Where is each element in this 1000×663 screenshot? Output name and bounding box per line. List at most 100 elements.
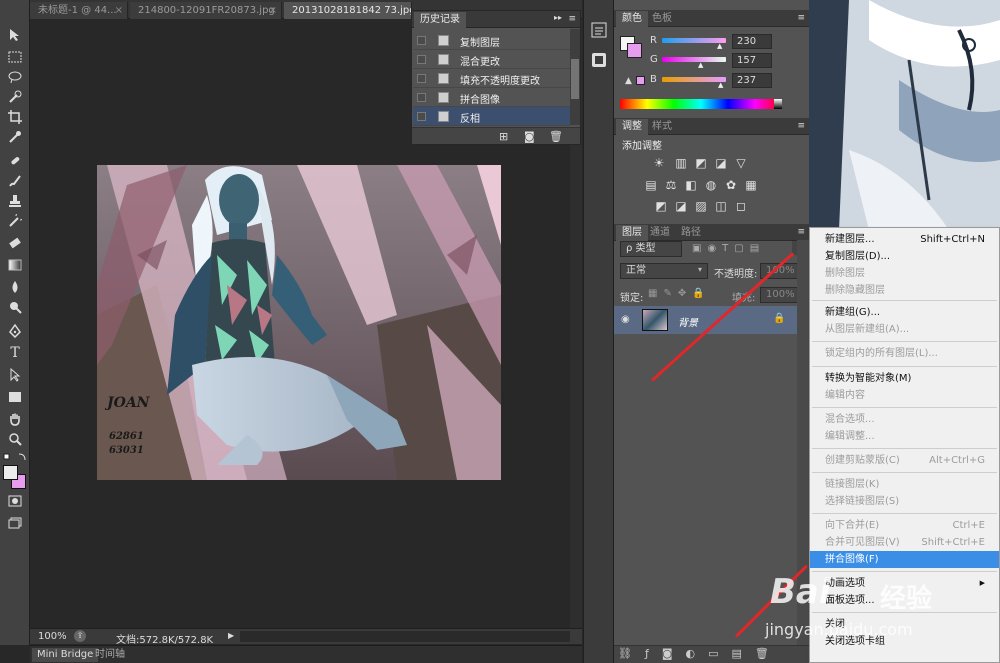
panel-menu-icon[interactable]: ≡	[797, 13, 805, 23]
invert-icon[interactable]: ◩	[654, 200, 668, 212]
swap-colors-icon[interactable]	[3, 452, 27, 462]
inverted-photo[interactable]: JOAN 62861 63031	[97, 165, 501, 480]
blur-tool-icon[interactable]	[4, 278, 26, 296]
green-value-field[interactable]: 157	[732, 53, 772, 68]
out-of-gamut-warning-icon[interactable]: ▲	[625, 76, 632, 86]
hue-saturation-icon[interactable]: ▤	[644, 179, 658, 191]
menu-item[interactable]: 删除隐藏图层	[810, 282, 999, 299]
tab-styles[interactable]: 样式	[646, 119, 678, 135]
panel-menu-icon[interactable]: ≡	[797, 121, 805, 131]
type-tool-icon[interactable]: T	[4, 344, 26, 362]
status-menu-arrow-icon[interactable]: ▶	[228, 631, 234, 640]
history-source-checkbox[interactable]	[417, 55, 426, 64]
blue-slider[interactable]	[662, 77, 726, 82]
zoom-tool-icon[interactable]	[4, 430, 26, 448]
menu-item[interactable]: 从图层新建组(A)...	[810, 321, 999, 338]
brush-tool-icon[interactable]	[4, 172, 26, 190]
screen-mode-icon[interactable]	[4, 514, 26, 532]
horizontal-scrollbar[interactable]	[240, 631, 570, 642]
dodge-tool-icon[interactable]	[4, 298, 26, 316]
black-white-ramp[interactable]	[774, 99, 782, 109]
menu-item[interactable]: 编辑内容	[810, 387, 999, 404]
posterize-icon[interactable]: ◪	[674, 200, 688, 212]
menu-item[interactable]: 删除图层	[810, 265, 999, 282]
history-brush-tool-icon[interactable]	[4, 212, 26, 230]
lock-icons[interactable]: ▦✎✥🔒	[648, 288, 711, 299]
menu-item[interactable]: 新建图层... Shift+Ctrl+N	[810, 231, 999, 248]
menu-item[interactable]: 合并可见图层(V) Shift+Ctrl+E	[810, 534, 999, 551]
eraser-tool-icon[interactable]	[4, 234, 26, 252]
color-lookup-icon[interactable]: ▦	[744, 179, 758, 191]
doc-tab-214800[interactable]: 214800-12091FR20873.jpg ×	[130, 2, 282, 19]
history-item[interactable]: 拼合图像	[413, 88, 570, 107]
menu-item[interactable]: 编辑调整...	[810, 428, 999, 445]
layer-filter-icons[interactable]: ▣◉T▢▤	[692, 243, 765, 254]
blue-value-field[interactable]: 237	[732, 73, 772, 88]
levels-icon[interactable]: ▥	[674, 157, 688, 169]
stamp-tool-icon[interactable]	[4, 192, 26, 210]
red-slider-thumb-icon[interactable]: ▲	[717, 42, 722, 50]
tab-mini-bridge[interactable]: Mini Bridge	[32, 648, 99, 662]
tab-history[interactable]: 历史记录	[414, 12, 466, 28]
panel-menu-icon[interactable]: ≡	[568, 14, 576, 24]
doc-tab-active[interactable]: 20131028181842 73.jpg @ 100%(RGB/8#)	[284, 2, 412, 19]
shape-tool-icon[interactable]	[4, 388, 26, 406]
menu-item[interactable]: 复制图层(D)...	[810, 248, 999, 265]
channel-mixer-icon[interactable]: ✿	[724, 179, 738, 191]
menu-item[interactable]: 选择链接图层(S)	[810, 493, 999, 510]
selective-color-icon[interactable]: ◻	[734, 200, 748, 212]
menu-item[interactable]: 创建剪贴蒙版(C) Alt+Ctrl+G	[810, 452, 999, 469]
marquee-tool-icon[interactable]	[4, 48, 26, 66]
layer-name[interactable]: 背景	[678, 314, 698, 329]
fill-field[interactable]: 100%	[760, 287, 800, 303]
blend-mode-select[interactable]: 正常	[620, 263, 708, 279]
threshold-icon[interactable]: ▨	[694, 200, 708, 212]
tab-adjustments[interactable]: 调整	[616, 119, 648, 135]
properties-panel-icon[interactable]	[591, 52, 607, 68]
gradient-tool-icon[interactable]	[4, 256, 26, 274]
color-balance-icon[interactable]: ⚖	[664, 179, 678, 191]
tab-color[interactable]: 颜色	[616, 11, 648, 27]
eyedropper-tool-icon[interactable]	[4, 128, 26, 146]
export-icon[interactable]: ⇪	[74, 630, 86, 642]
new-document-from-state-icon[interactable]: ⊞	[499, 130, 508, 143]
history-item[interactable]: 填充不透明度更改	[413, 69, 570, 88]
trash-icon[interactable]: 🗑	[549, 130, 563, 143]
exposure-icon[interactable]: ◪	[714, 157, 728, 169]
photo-filter-icon[interactable]: ◍	[704, 179, 718, 191]
history-source-checkbox[interactable]	[417, 112, 426, 121]
red-value-field[interactable]: 230	[732, 34, 772, 49]
color-spectrum-ramp[interactable]	[620, 99, 782, 109]
gamut-swatch[interactable]	[636, 76, 645, 85]
foreground-color-swatch[interactable]	[3, 465, 18, 480]
close-icon[interactable]: ×	[269, 2, 277, 19]
menu-item[interactable]: 链接图层(K)	[810, 476, 999, 493]
panel-menu-icon[interactable]: ≡	[797, 227, 805, 237]
path-select-tool-icon[interactable]	[4, 366, 26, 384]
eye-icon[interactable]: ◉	[621, 314, 630, 325]
quick-select-tool-icon[interactable]	[4, 88, 26, 106]
gradient-map-icon[interactable]: ◫	[714, 200, 728, 212]
crop-tool-icon[interactable]	[4, 108, 26, 126]
menu-item[interactable]: 向下合并(E) Ctrl+E	[810, 517, 999, 534]
close-icon[interactable]: ×	[115, 2, 123, 19]
zoom-level[interactable]: 100%	[38, 631, 67, 642]
collapse-icon[interactable]: ▸▸	[554, 13, 562, 22]
black-white-icon[interactable]: ◧	[684, 179, 698, 191]
history-scrollbar[interactable]	[570, 29, 580, 125]
foreground-background-swatch[interactable]	[2, 464, 26, 490]
green-slider-thumb-icon[interactable]: ▲	[698, 61, 703, 69]
history-source-checkbox[interactable]	[417, 93, 426, 102]
doc-tab-untitled[interactable]: 未标题-1 @ 44... ×	[30, 2, 128, 19]
menu-item[interactable]: 混合选项...	[810, 411, 999, 428]
menu-item[interactable]: 转换为智能对象(M)	[810, 370, 999, 387]
brightness-icon[interactable]: ☀	[652, 157, 666, 169]
healing-brush-tool-icon[interactable]	[4, 152, 26, 170]
lasso-tool-icon[interactable]	[4, 68, 26, 86]
green-slider[interactable]	[662, 57, 726, 62]
move-tool-icon[interactable]	[4, 26, 26, 44]
history-item[interactable]: 混合更改	[413, 50, 570, 69]
history-source-checkbox[interactable]	[417, 36, 426, 45]
vibrance-icon[interactable]: ▽	[734, 157, 748, 169]
pen-tool-icon[interactable]	[4, 322, 26, 340]
